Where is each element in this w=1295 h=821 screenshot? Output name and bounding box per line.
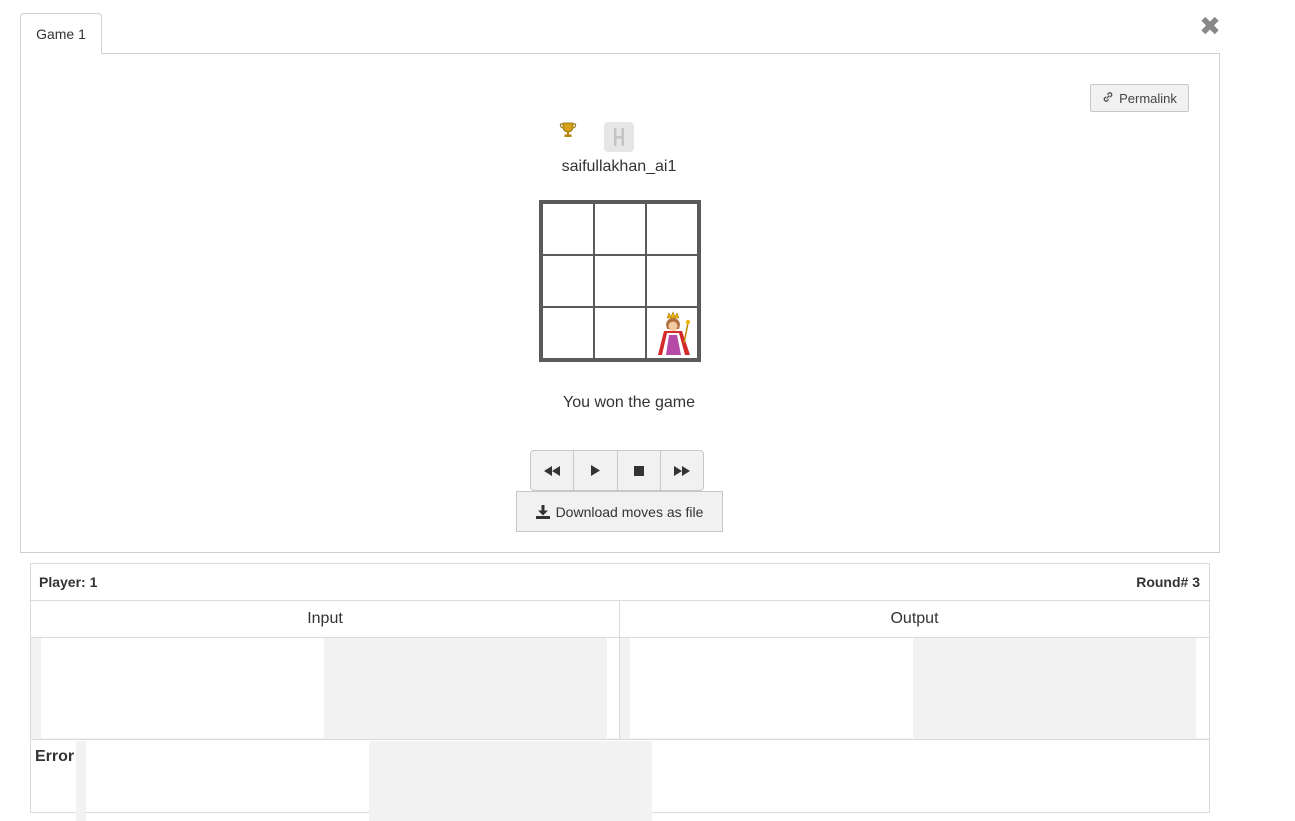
input-area (31, 638, 620, 740)
board-cell (594, 203, 646, 255)
fast-forward-button[interactable] (661, 451, 703, 490)
error-label: Error (35, 748, 75, 765)
queen-icon (658, 311, 690, 355)
board-cell (594, 255, 646, 307)
stop-button[interactable] (618, 451, 661, 490)
download-icon (535, 504, 550, 519)
play-icon (590, 465, 600, 476)
output-area (620, 638, 1209, 740)
error-area (76, 741, 86, 821)
error-area-right (369, 741, 652, 821)
output-header: Output (620, 601, 1209, 638)
rewind-button[interactable] (531, 451, 575, 490)
board-cell (646, 255, 698, 307)
board-cell (542, 307, 594, 359)
board-cell (594, 307, 646, 359)
fast-forward-icon (673, 465, 690, 476)
download-moves-button[interactable]: Download moves as file (516, 491, 723, 532)
board-cell (646, 203, 698, 255)
output-label: Output (890, 610, 939, 627)
board-cell (542, 255, 594, 307)
playback-controls (530, 450, 704, 491)
round-details: Player: 1 Round# 3 Input Output Error (30, 563, 1210, 821)
tab-label: Game 1 (36, 25, 86, 42)
avatar (604, 122, 634, 152)
permalink-button[interactable]: Permalink (1090, 84, 1189, 112)
player-number: Player: 1 (39, 574, 98, 590)
rewind-icon (544, 465, 561, 476)
close-icon[interactable]: ✖ (1198, 12, 1222, 40)
permalink-label: Permalink (1119, 90, 1177, 106)
board-cell-queen (646, 307, 698, 359)
tab-game-1[interactable]: Game 1 (20, 13, 102, 54)
round-number: Round# 3 (1136, 574, 1200, 590)
trophy-icon (559, 121, 577, 139)
stop-icon (633, 465, 644, 476)
input-header: Input (31, 601, 620, 638)
board-cell (542, 203, 594, 255)
player-name: saifullakhan_ai1 (561, 158, 677, 175)
play-button[interactable] (574, 451, 618, 490)
download-label: Download moves as file (555, 503, 704, 520)
link-icon (1102, 91, 1114, 106)
details-header: Player: 1 Round# 3 (31, 564, 1209, 601)
input-label: Input (307, 610, 343, 627)
game-board (539, 200, 701, 362)
game-result-text: You won the game (563, 394, 695, 411)
